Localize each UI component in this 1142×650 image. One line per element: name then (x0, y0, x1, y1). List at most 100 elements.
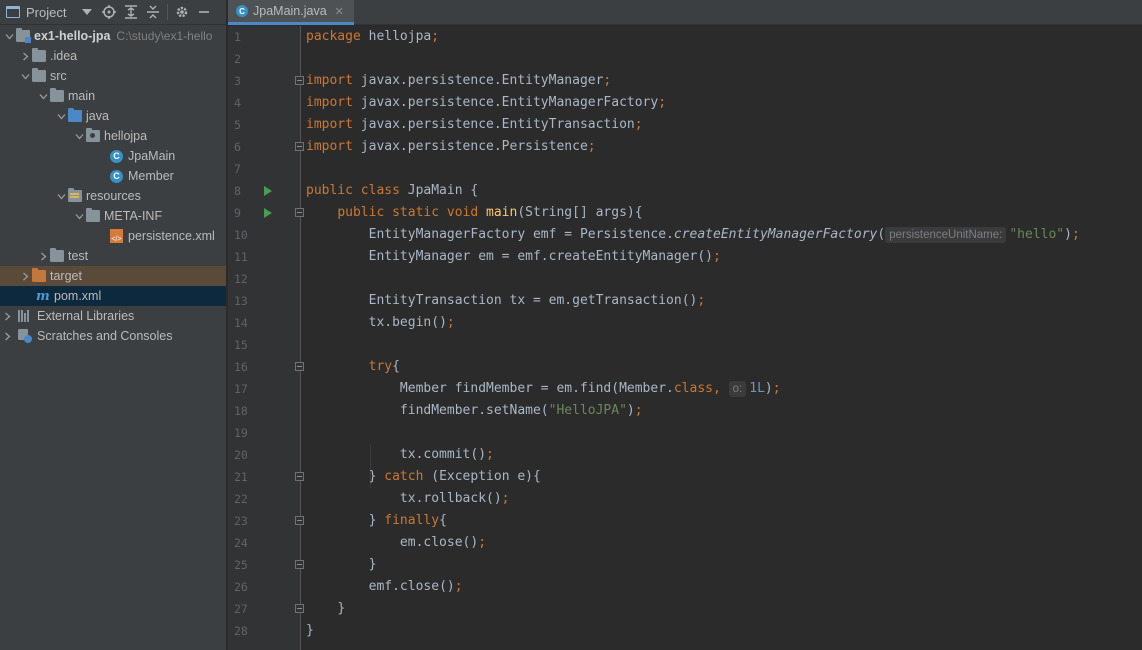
gutter-line[interactable]: 1 (228, 26, 300, 48)
fold-icon[interactable] (295, 604, 304, 613)
tree-label: .idea (50, 49, 78, 63)
close-icon[interactable]: ✕ (335, 5, 344, 18)
gutter-line[interactable]: 13 (228, 290, 300, 312)
fold-icon[interactable] (295, 76, 304, 85)
tree-item-java[interactable]: java (0, 106, 226, 126)
fold-icon[interactable] (295, 472, 304, 481)
chevron-down-icon[interactable] (36, 92, 50, 101)
tree-item-hellojpa[interactable]: hellojpa (0, 126, 226, 146)
code-line-4: import javax.persistence.EntityManagerFa… (306, 95, 667, 110)
locate-icon[interactable] (98, 1, 120, 23)
gutter-line[interactable]: 14 (228, 312, 300, 334)
tree-item-target[interactable]: target (0, 266, 226, 286)
chevron-right-icon[interactable] (36, 252, 50, 261)
gutter-line[interactable]: 16 (228, 356, 304, 378)
gutter-line[interactable]: 7 (228, 158, 300, 180)
chevron-right-icon[interactable] (0, 312, 14, 321)
tree-item-test[interactable]: test (0, 246, 226, 266)
gutter-line[interactable]: 20 (228, 444, 300, 466)
chevron-down-icon[interactable] (2, 32, 16, 41)
chevron-down-icon[interactable] (72, 212, 86, 221)
gutter-line[interactable]: 24 (228, 532, 300, 554)
tree-item-persistence-xml[interactable]: </> persistence.xml (0, 226, 226, 246)
line-number: 12 (234, 272, 248, 286)
line-number: 20 (234, 448, 248, 462)
code-editor[interactable]: package hellojpa; import javax.persisten… (306, 26, 1142, 650)
tree-item-jpamain[interactable]: C JpaMain (0, 146, 226, 166)
code-line-3: import javax.persistence.EntityManager; (306, 73, 612, 88)
tree-item-member[interactable]: C Member (0, 166, 226, 186)
line-number: 4 (234, 96, 241, 110)
gutter-line[interactable]: 9 (228, 202, 304, 224)
gutter-line[interactable]: 12 (228, 268, 300, 290)
gutter-line[interactable]: 15 (228, 334, 300, 356)
chevron-right-icon[interactable] (18, 52, 32, 61)
gear-icon[interactable] (171, 1, 193, 23)
scratches-icon (18, 329, 32, 343)
line-number: 8 (234, 184, 241, 198)
run-icon[interactable] (264, 208, 272, 218)
fold-icon[interactable] (295, 560, 304, 569)
line-number: 2 (234, 52, 241, 66)
gutter-line[interactable]: 2 (228, 48, 300, 70)
line-number: 19 (234, 426, 248, 440)
gutter-line[interactable]: 3 (228, 70, 304, 92)
tree-item-idea[interactable]: .idea (0, 46, 226, 66)
line-number: 11 (234, 250, 248, 264)
gutter-line[interactable]: 5 (228, 114, 300, 136)
tree-item-src[interactable]: src (0, 66, 226, 86)
fold-icon[interactable] (295, 516, 304, 525)
fold-icon[interactable] (295, 362, 304, 371)
chevron-down-icon[interactable] (54, 192, 68, 201)
gutter-line[interactable]: 4 (228, 92, 300, 114)
collapse-all-icon[interactable] (142, 1, 164, 23)
run-icon[interactable] (264, 186, 272, 196)
minimize-icon[interactable] (193, 1, 215, 23)
chevron-down-icon[interactable] (76, 1, 98, 23)
tree-item-scratches[interactable]: Scratches and Consoles (0, 326, 226, 346)
chevron-down-icon[interactable] (18, 72, 32, 81)
chevron-down-icon[interactable] (54, 112, 68, 121)
gutter-line[interactable]: 26 (228, 576, 300, 598)
tree-item-root[interactable]: ex1-hello-jpa C:\study\ex1-hello (0, 26, 226, 46)
gutter-line[interactable]: 25 (228, 554, 304, 576)
gutter-line[interactable]: 22 (228, 488, 300, 510)
gutter-line[interactable]: 17 (228, 378, 300, 400)
project-title[interactable]: Project (26, 5, 66, 20)
code-line-27: } (337, 601, 346, 616)
module-folder-icon (16, 28, 31, 43)
fold-icon[interactable] (295, 208, 304, 217)
parameter-hint: o: (728, 381, 747, 397)
gutter-line[interactable]: 19 (228, 422, 300, 444)
line-number: 5 (234, 118, 241, 132)
project-tree: ex1-hello-jpa C:\study\ex1-hello .idea s… (0, 26, 226, 346)
gutter-line[interactable]: 23 (228, 510, 304, 532)
tree-item-pom-xml[interactable]: m pom.xml (0, 286, 226, 306)
fold-icon[interactable] (295, 142, 304, 151)
maven-icon: m (36, 288, 50, 304)
tree-label: target (50, 269, 82, 283)
tree-item-meta-inf[interactable]: META-INF (0, 206, 226, 226)
gutter-line[interactable]: 27 (228, 598, 304, 620)
line-number: 15 (234, 338, 248, 352)
gutter-line[interactable]: 11 (228, 246, 300, 268)
tab-jpamain[interactable]: C JpaMain.java ✕ (228, 0, 354, 25)
library-icon (18, 310, 32, 322)
tree-item-external-libraries[interactable]: External Libraries (0, 306, 226, 326)
chevron-down-icon[interactable] (72, 132, 86, 141)
excluded-folder-icon (32, 268, 46, 282)
chevron-right-icon[interactable] (18, 272, 32, 281)
code-line-10: EntityManagerFactory emf = Persistence.c… (368, 227, 1080, 243)
gutter-line[interactable]: 10 (228, 224, 300, 246)
gutter-line[interactable]: 18 (228, 400, 300, 422)
gutter-line[interactable]: 28 (228, 620, 300, 642)
package-icon (86, 128, 100, 142)
tree-item-resources[interactable]: resources (0, 186, 226, 206)
gutter-line[interactable]: 6 (228, 136, 304, 158)
chevron-right-icon[interactable] (0, 332, 14, 341)
tree-label: java (86, 109, 109, 123)
gutter-line[interactable]: 8 (228, 180, 300, 202)
gutter-line[interactable]: 21 (228, 466, 304, 488)
tree-item-main[interactable]: main (0, 86, 226, 106)
expand-all-icon[interactable] (120, 1, 142, 23)
